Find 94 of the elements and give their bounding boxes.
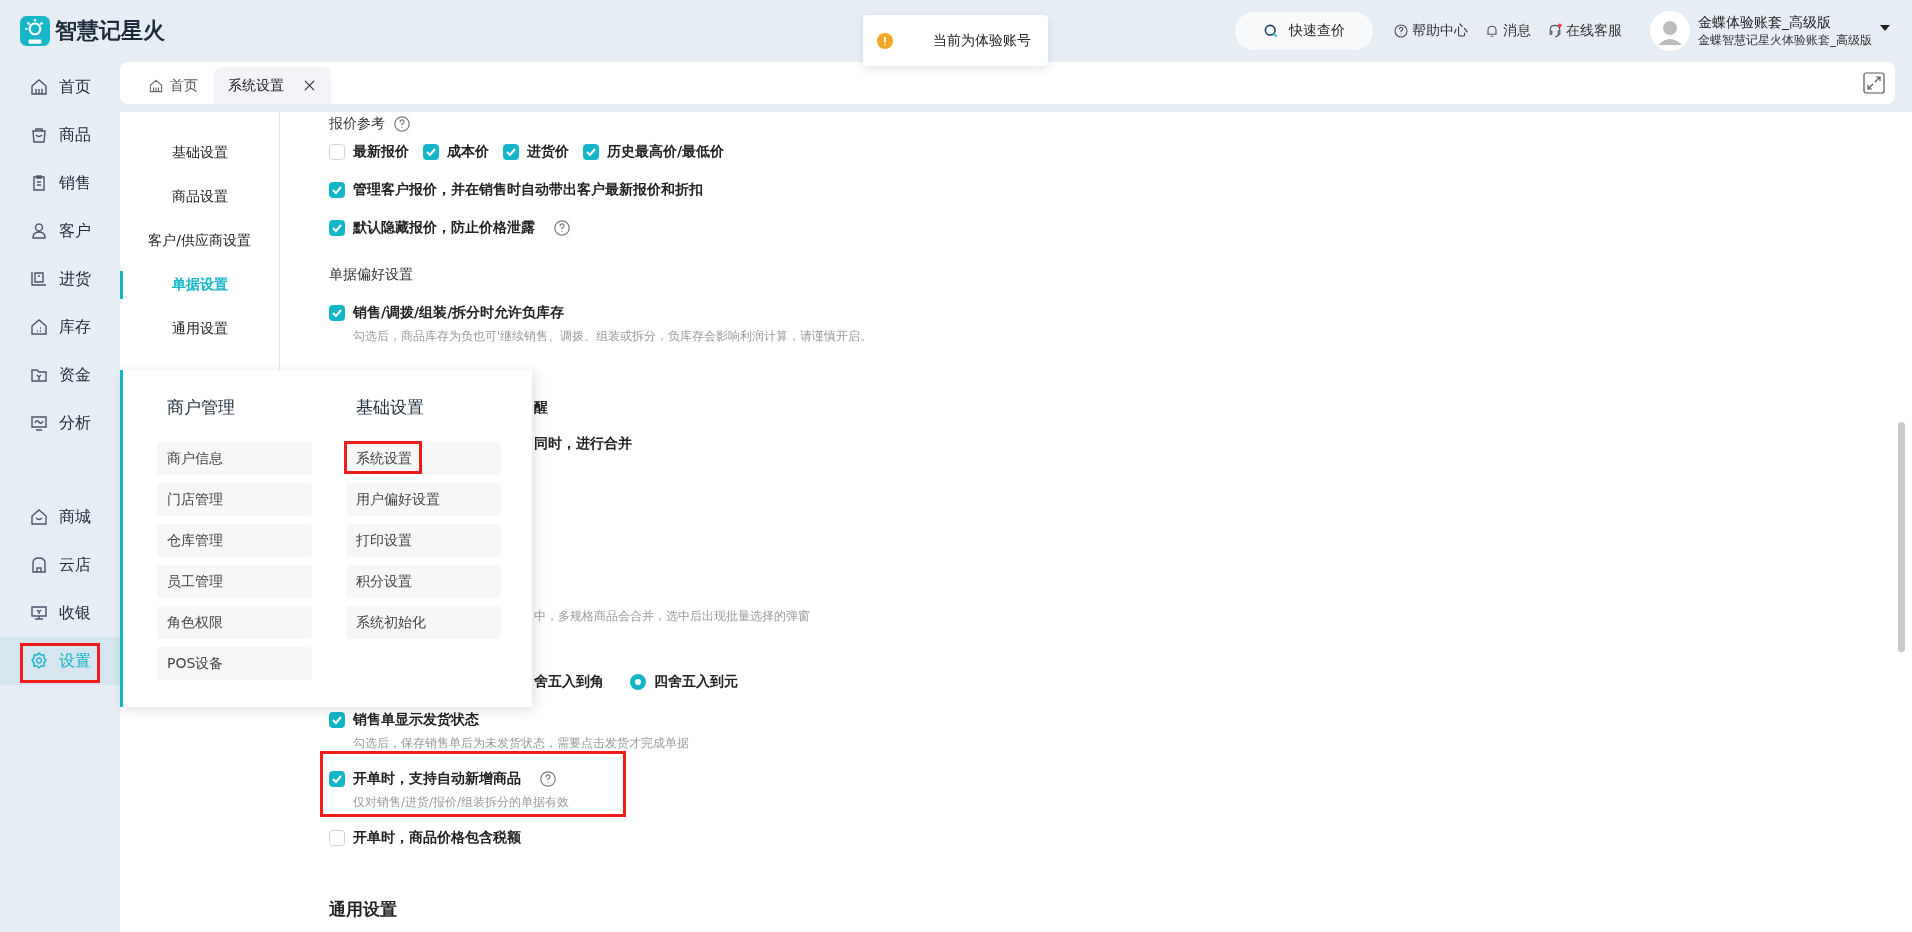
menu-group-title: 基础设置	[355, 396, 425, 419]
settings-nav-item[interactable]: 通用设置	[120, 307, 279, 351]
settings-icon	[29, 651, 49, 671]
caret-icon[interactable]	[1880, 25, 1890, 31]
menu-item[interactable]: 员工管理	[157, 565, 312, 598]
tab[interactable]: 首页	[120, 67, 214, 104]
checkbox-label: 历史最高价/最低价	[607, 143, 725, 161]
checkbox[interactable]	[423, 144, 439, 160]
menu-item[interactable]: 门店管理	[157, 483, 312, 516]
menu-item[interactable]: 系统初始化	[346, 606, 501, 639]
person-icon	[29, 221, 49, 241]
scrollbar[interactable]	[1898, 422, 1905, 652]
bag-icon	[29, 125, 49, 145]
checkbox-label: 进货价	[527, 143, 569, 161]
house-icon	[148, 77, 164, 94]
toast-text: 当前为体验账号	[933, 31, 1031, 50]
hint-text: 仅对销售/进货/报价/组装拆分的单据有效	[352, 794, 570, 811]
checkbox[interactable]	[329, 220, 345, 236]
checkbox-label: 最新报价	[353, 143, 409, 161]
checkbox[interactable]	[329, 144, 345, 160]
menu-item[interactable]: 积分设置	[346, 565, 501, 598]
checkbox[interactable]	[503, 144, 519, 160]
sidebar-item[interactable]: 商品	[0, 111, 120, 159]
checkbox[interactable]	[329, 712, 345, 728]
checkbox[interactable]	[329, 771, 345, 787]
tab[interactable]: 系统设置	[214, 67, 331, 104]
sidebar-item[interactable]: 销售	[0, 159, 120, 207]
sidebar-item[interactable]: 资金	[0, 351, 120, 399]
section-label: 报价参考	[329, 115, 385, 133]
menu-item[interactable]: 仓库管理	[157, 524, 312, 557]
logo-icon	[20, 16, 50, 46]
menu-group-title: 商户管理	[166, 396, 236, 419]
search-icon	[1263, 23, 1279, 39]
radio-label: 舍五入到角	[534, 673, 604, 691]
help-icon[interactable]	[539, 770, 557, 788]
sidebar-item[interactable]: 商城	[0, 493, 120, 541]
shop-icon	[29, 507, 49, 527]
account-subtitle: 金蝶智慧记星火体验账套_高级版	[1698, 31, 1872, 49]
checkbox-label: 销售/调拨/组装/拆分时允许负库存	[353, 304, 565, 322]
quick-price-button[interactable]: 快速查价	[1235, 12, 1373, 50]
sidebar-item[interactable]: 库存	[0, 303, 120, 351]
section-title: 通用设置	[329, 898, 397, 921]
house-icon	[29, 77, 49, 97]
checkbox-label: 成本价	[447, 143, 489, 161]
warning-icon	[877, 32, 893, 49]
checkbox-label: 开单时，支持自动新增商品	[353, 770, 521, 788]
sidebar-item[interactable]: 云店	[0, 541, 120, 589]
checkbox-label: 默认隐藏报价，防止价格泄露	[353, 219, 535, 237]
radio-label: 四舍五入到元	[654, 673, 738, 691]
store-icon	[29, 555, 49, 575]
menu-item[interactable]: 用户偏好设置	[346, 483, 501, 516]
sidebar-item[interactable]: 首页	[0, 63, 120, 111]
help-icon[interactable]	[553, 219, 571, 237]
register-icon	[29, 603, 49, 623]
fullscreen-icon[interactable]	[1863, 72, 1885, 94]
checkbox-label: 管理客户报价，并在销售时自动带出客户最新报价和折扣	[353, 181, 703, 199]
menu-item[interactable]: POS设备	[157, 647, 312, 680]
radio-button[interactable]	[630, 674, 646, 690]
help-icon[interactable]	[393, 115, 411, 133]
checkbox-label: 开单时，商品价格包含税额	[353, 829, 521, 847]
settings-nav-item[interactable]: 商品设置	[120, 175, 279, 219]
menu-item[interactable]: 打印设置	[346, 524, 501, 557]
option-text: 同时，进行合并	[534, 435, 632, 453]
section-label: 单据偏好设置	[329, 266, 413, 284]
monitor-icon	[29, 413, 49, 433]
option-text: 醒	[534, 399, 548, 417]
close-icon[interactable]	[304, 80, 315, 91]
menu-item[interactable]: 角色权限	[157, 606, 312, 639]
header-link[interactable]: 消息	[1484, 22, 1531, 40]
settings-nav-item[interactable]: 客户/供应商设置	[120, 219, 279, 263]
header-link[interactable]: 在线客服	[1547, 22, 1622, 40]
checkbox-label: 销售单显示发货状态	[353, 711, 479, 729]
bell-icon	[1484, 23, 1500, 39]
warehouse-icon	[29, 317, 49, 337]
sidebar-item[interactable]: 客户	[0, 207, 120, 255]
help-icon	[1393, 23, 1409, 39]
hint-text: 勾选后，保存销售单后为未发货状态，需要点击发货才完成单据	[352, 735, 689, 752]
account-name: 金蝶体验账套_高级版	[1698, 13, 1832, 32]
header-link[interactable]: 帮助中心	[1393, 22, 1468, 40]
headset-icon	[1547, 23, 1563, 39]
checkbox[interactable]	[329, 830, 345, 846]
hint-text: 勾选后，商品库存为负也可'继续销售、调拨、组装或拆分，负库存会影响利润计算，请谨慎开启。	[352, 328, 873, 345]
hint-text: 中，多规格商品会合并，选中后出现批量选择的弹窗	[534, 609, 810, 623]
sidebar-item[interactable]: 收银	[0, 589, 120, 637]
checkbox[interactable]	[583, 144, 599, 160]
sidebar-item[interactable]: 分析	[0, 399, 120, 447]
settings-nav-item[interactable]: 基础设置	[120, 131, 279, 175]
avatar[interactable]	[1650, 11, 1690, 51]
menu-item[interactable]: 系统设置	[346, 442, 501, 475]
menu-item[interactable]: 商户信息	[157, 442, 312, 475]
checkbox[interactable]	[329, 305, 345, 321]
app-name: 智慧记星火	[55, 17, 165, 45]
checkbox[interactable]	[329, 182, 345, 198]
sidebar-item[interactable]: 进货	[0, 255, 120, 303]
